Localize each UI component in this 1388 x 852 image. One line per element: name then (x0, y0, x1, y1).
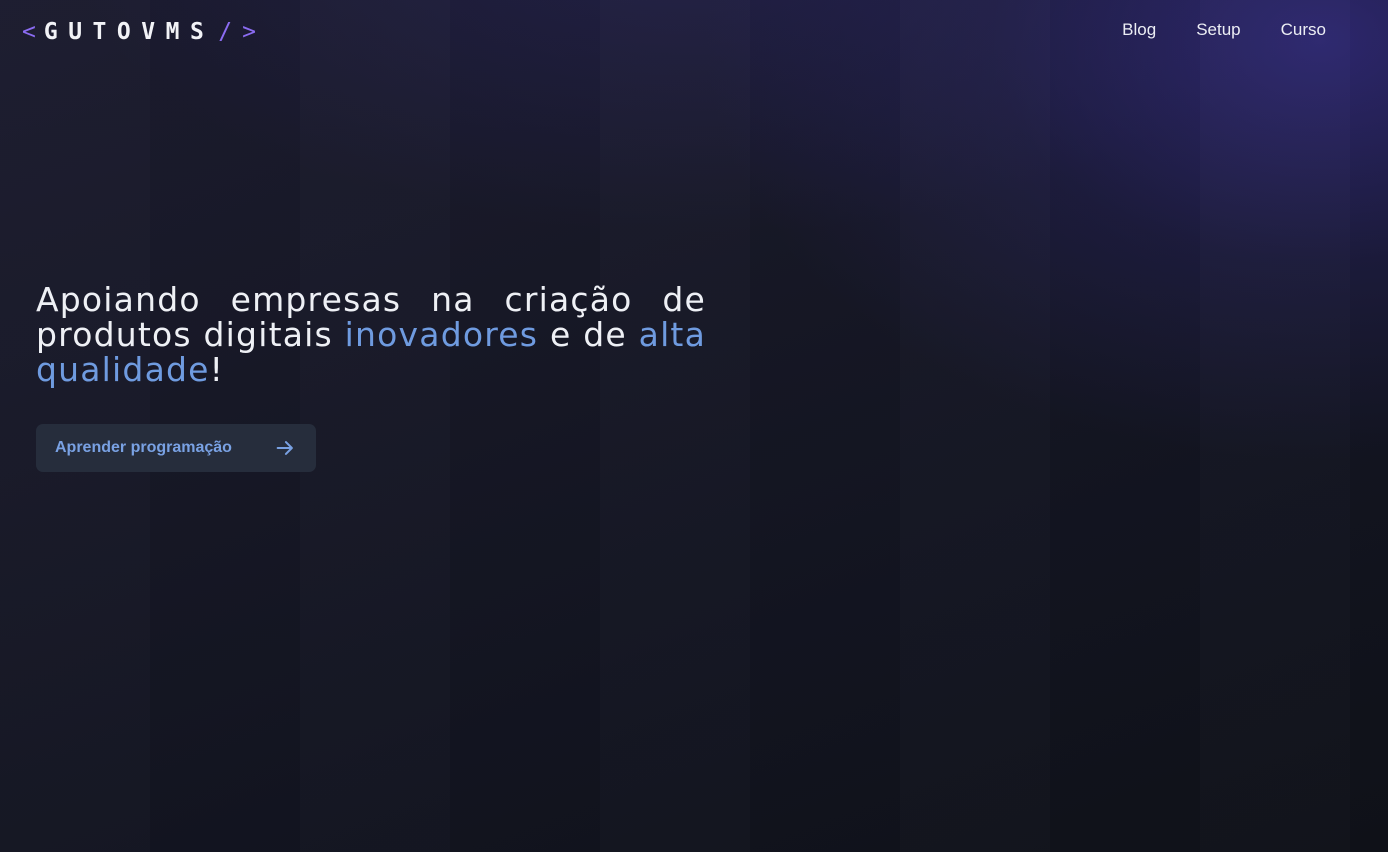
nav-link-curso[interactable]: Curso (1281, 20, 1326, 40)
hero-section: Apoiando empresas na criação de produtos… (36, 282, 706, 387)
arrow-right-icon (276, 441, 293, 455)
logo-slash: / (218, 19, 233, 45)
learn-programming-button[interactable]: Aprender programação (36, 424, 316, 472)
logo-name: GUTOVMS (43, 19, 215, 45)
logo-close-bracket: > (242, 19, 257, 45)
headline-highlight-inovadores: inovadores (344, 315, 539, 354)
hero-headline: Apoiando empresas na criação de produtos… (36, 282, 706, 387)
nav-link-setup[interactable]: Setup (1196, 20, 1240, 40)
learn-programming-label: Aprender programação (55, 439, 232, 456)
logo-open-bracket: < (22, 19, 36, 45)
site-logo[interactable]: < GUTOVMS / > (22, 16, 256, 48)
main-nav: Blog Setup Curso (1122, 20, 1326, 40)
headline-text-part2: e de (538, 315, 639, 354)
site-header: < GUTOVMS / > Blog Setup Curso (0, 0, 1388, 64)
headline-text-end: ! (209, 350, 225, 389)
nav-link-blog[interactable]: Blog (1122, 20, 1156, 40)
